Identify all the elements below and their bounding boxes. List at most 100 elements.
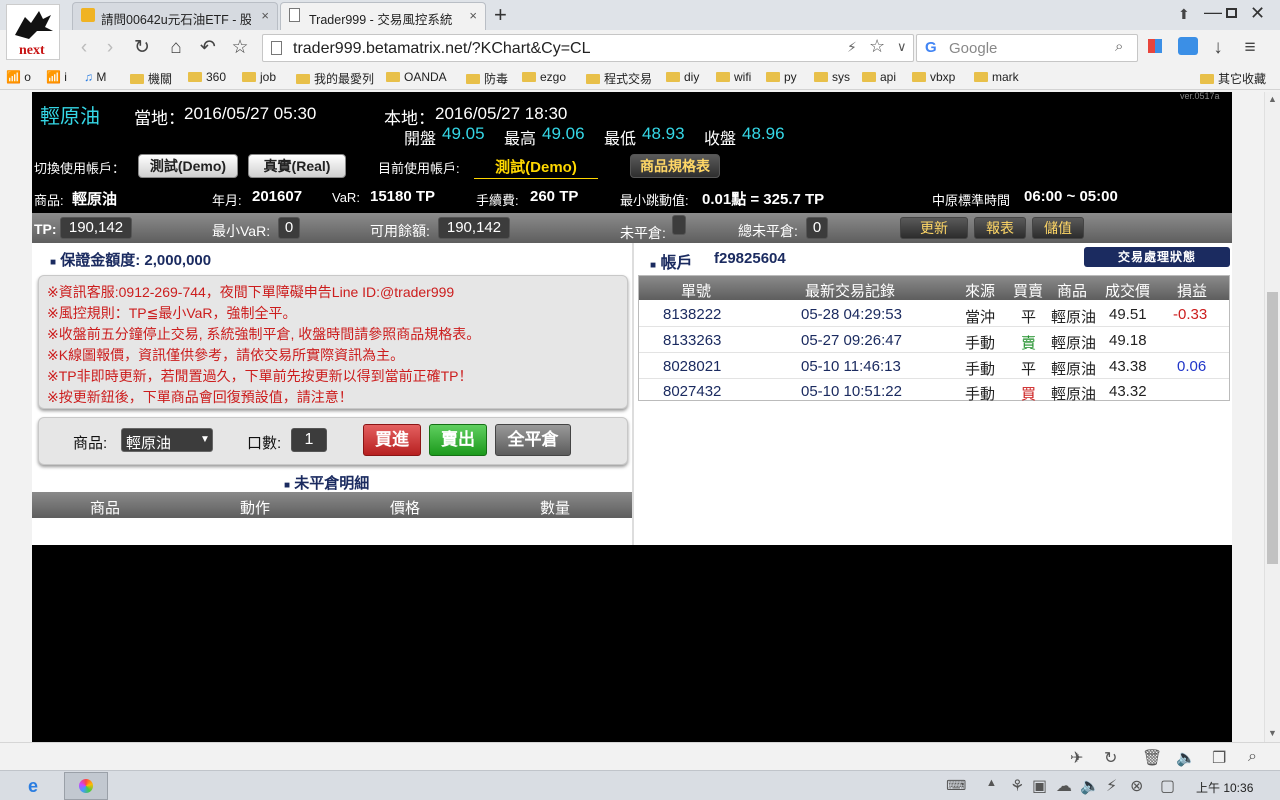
minimize-button[interactable]: — bbox=[1204, 2, 1222, 23]
back-icon[interactable]: ‹ bbox=[72, 36, 96, 60]
trade-id: 8133263 bbox=[663, 332, 722, 349]
sell-button[interactable]: 賣出 bbox=[429, 424, 487, 456]
tray-up-icon[interactable]: ▲ bbox=[986, 777, 997, 789]
bookmark-o[interactable]: 📶 o bbox=[6, 70, 31, 84]
monitor-icon[interactable]: ▣ bbox=[1032, 776, 1047, 796]
table-row[interactable]: 8027432 05-10 10:51:22 手動 買 輕原油 43.32 bbox=[639, 380, 1229, 403]
info-tick: 0.01點 = 325.7 TP bbox=[702, 191, 825, 208]
spec-table-button[interactable]: 商品規格表 bbox=[630, 154, 720, 178]
tool-icon[interactable]: ✈ bbox=[1070, 748, 1083, 768]
scroll-thumb[interactable] bbox=[1267, 292, 1278, 564]
star-icon[interactable]: ☆ bbox=[228, 36, 252, 60]
sync-icon[interactable] bbox=[1178, 37, 1198, 55]
close-all-button[interactable]: 全平倉 bbox=[495, 424, 571, 456]
bookmark-folder[interactable]: 我的最愛列 bbox=[296, 70, 374, 87]
bookmark-star-icon[interactable]: ☆ bbox=[869, 36, 885, 57]
page-scrollbar[interactable]: ▲ ▼ bbox=[1264, 92, 1280, 742]
ie-icon[interactable]: e bbox=[28, 776, 38, 797]
refresh-button[interactable]: 更新 bbox=[900, 217, 968, 239]
trade-table-header: 單號 最新交易記錄 來源 買賣 商品 成交價 損益 bbox=[639, 276, 1229, 300]
new-tab-button[interactable]: + bbox=[494, 2, 507, 28]
apps-icon[interactable] bbox=[1148, 39, 1162, 53]
trade-price: 43.32 bbox=[1109, 383, 1147, 400]
refresh-icon[interactable]: ↻ bbox=[1104, 748, 1117, 768]
net-icon[interactable]: ⚡ bbox=[1106, 776, 1117, 796]
trade-status-button[interactable]: 交易處理狀態 bbox=[1084, 247, 1230, 267]
order-product-select[interactable]: 輕原油 ▼ bbox=[121, 428, 213, 452]
url-text[interactable]: trader999.betamatrix.net/?KChart&Cy=CL bbox=[293, 40, 590, 58]
col-product: 商品 bbox=[90, 500, 121, 517]
pin-icon[interactable]: ⬆ bbox=[1178, 6, 1190, 23]
tab-trader999[interactable]: Trader999 - 交易風控系統 × bbox=[280, 2, 486, 30]
buy-button[interactable]: 買進 bbox=[363, 424, 421, 456]
bookmark-folder[interactable]: OANDA bbox=[386, 70, 447, 84]
open-pos-value bbox=[672, 215, 686, 235]
search-box[interactable]: G Google ⌕ bbox=[916, 34, 1138, 62]
forward-icon[interactable]: › bbox=[98, 36, 122, 60]
folder-icon bbox=[766, 72, 780, 82]
browser-logo[interactable]: next bbox=[6, 4, 60, 60]
reload-icon[interactable]: ↻ bbox=[130, 36, 154, 60]
bookmark-i[interactable]: 📶 i bbox=[46, 70, 67, 84]
bookmark-folder[interactable]: wifi bbox=[716, 70, 751, 84]
bookmark-folder[interactable]: 防毒 bbox=[466, 70, 508, 87]
notification-icon[interactable]: ▢ bbox=[1160, 776, 1175, 796]
info-fee-label: 手續費: bbox=[476, 193, 519, 208]
qty-label: 口數: bbox=[247, 435, 282, 452]
close-icon[interactable]: × bbox=[261, 8, 269, 23]
bookmark-folder[interactable]: job bbox=[242, 70, 276, 84]
col-action: 動作 bbox=[240, 500, 271, 517]
window-icon[interactable]: ❐ bbox=[1212, 748, 1226, 768]
bookmark-folder[interactable]: py bbox=[766, 70, 797, 84]
qty-input[interactable]: 1 bbox=[291, 428, 327, 452]
undo-icon[interactable]: ↶ bbox=[196, 36, 220, 60]
deposit-button[interactable]: 儲值 bbox=[1032, 217, 1084, 239]
trade-source: 手動 bbox=[965, 361, 996, 378]
address-bar[interactable]: trader999.betamatrix.net/?KChart&Cy=CL ⚡… bbox=[262, 34, 914, 62]
search-input[interactable]: Google bbox=[949, 40, 997, 57]
tab-stock[interactable]: 請問00642u元石油ETF - 股票 × bbox=[72, 2, 278, 30]
bookmark-folder[interactable]: 程式交易 bbox=[586, 70, 652, 87]
bookmark-folder[interactable]: vbxp bbox=[912, 70, 955, 84]
close-icon[interactable]: × bbox=[469, 8, 477, 23]
bookmark-folder[interactable]: api bbox=[862, 70, 896, 84]
table-row[interactable]: 8028021 05-10 11:46:13 手動 平 輕原油 43.38 0.… bbox=[639, 354, 1229, 379]
bookmark-folder[interactable]: 機關 bbox=[130, 70, 172, 87]
bookmark-folder[interactable]: mark bbox=[974, 70, 1019, 84]
browser-task-icon[interactable] bbox=[64, 772, 108, 800]
download-icon[interactable]: ↓ bbox=[1206, 36, 1230, 60]
scroll-down-icon[interactable]: ▼ bbox=[1268, 728, 1277, 738]
menu-icon[interactable]: ≡ bbox=[1238, 36, 1262, 60]
bookmark-folder[interactable]: sys bbox=[814, 70, 850, 84]
tray-app-icon[interactable]: ⚘ bbox=[1010, 776, 1024, 796]
bookmark-folder[interactable]: ezgo bbox=[522, 70, 566, 84]
info-hours: 06:00 ~ 05:00 bbox=[1024, 188, 1118, 205]
demo-account-button[interactable]: 測試(Demo) bbox=[138, 154, 238, 178]
table-row[interactable]: 8133263 05-27 09:26:47 手動 賣 輕原油 49.18 bbox=[639, 328, 1229, 353]
bookmark-folder[interactable]: 360 bbox=[188, 70, 226, 84]
home-icon[interactable]: ⌂ bbox=[164, 36, 188, 60]
real-account-button[interactable]: 真實(Real) bbox=[248, 154, 346, 178]
zoom-icon[interactable]: ⌕ bbox=[1248, 748, 1257, 766]
close-circle-icon[interactable]: ⊗ bbox=[1130, 776, 1143, 796]
cloud-icon[interactable]: ☁ bbox=[1056, 776, 1072, 796]
bookmark-m[interactable]: ♫ M bbox=[84, 70, 106, 84]
lightning-icon[interactable]: ⚡ bbox=[847, 39, 857, 56]
clock[interactable]: 上午 10:36 bbox=[1196, 779, 1253, 796]
music-icon: ♫ bbox=[84, 70, 93, 84]
table-row[interactable]: 8138222 05-28 04:29:53 當沖 平 輕原油 49.51 -0… bbox=[639, 302, 1229, 327]
maximize-button[interactable] bbox=[1226, 8, 1237, 18]
other-bookmarks[interactable]: 其它收藏 bbox=[1200, 70, 1266, 87]
sound-icon[interactable]: 🔈 bbox=[1176, 748, 1196, 768]
keyboard-icon[interactable]: ⌨ bbox=[946, 777, 966, 794]
trade-product: 輕原油 bbox=[1051, 386, 1097, 403]
bookmark-folder[interactable]: diy bbox=[666, 70, 699, 84]
report-button[interactable]: 報表 bbox=[974, 217, 1026, 239]
trash-icon[interactable]: 🗑 bbox=[1142, 748, 1162, 768]
dropdown-icon[interactable]: ∨ bbox=[897, 39, 907, 55]
volume-icon[interactable]: 🔈 bbox=[1080, 776, 1100, 796]
nav-toolbar: ‹ › ↻ ⌂ ↶ ☆ trader999.betamatrix.net/?KC… bbox=[0, 30, 1280, 66]
search-icon[interactable]: ⌕ bbox=[1115, 38, 1123, 55]
scroll-up-icon[interactable]: ▲ bbox=[1268, 94, 1277, 104]
close-window-button[interactable]: ✕ bbox=[1250, 3, 1265, 24]
